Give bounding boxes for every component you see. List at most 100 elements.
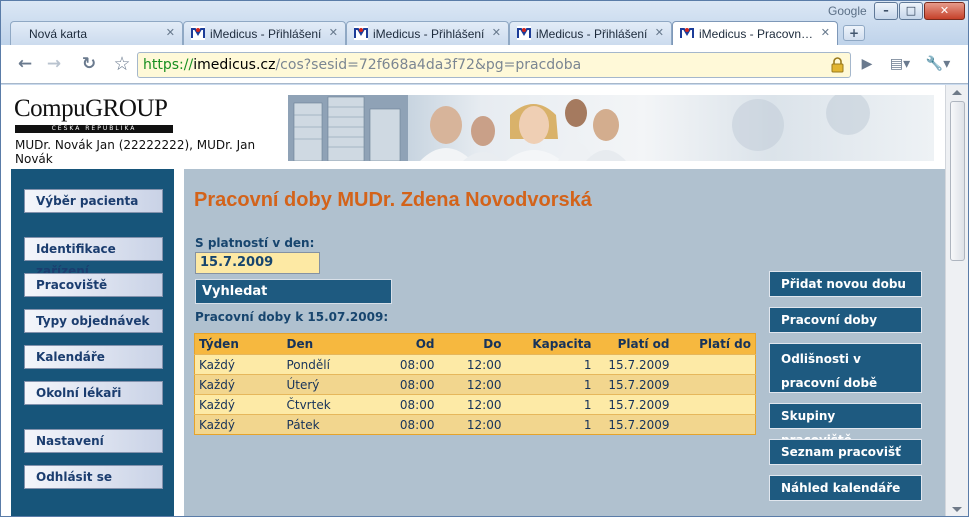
tab-close-icon[interactable]: ✕ (166, 26, 175, 39)
page-viewport: CompuGROUP ČESKÁ REPUBLIKA MUDr. Novák J… (1, 85, 945, 516)
table-row[interactable]: Každý Pondělí 08:00 12:00 1 15.7.2009 (194, 354, 756, 375)
header-banner-image (288, 95, 934, 161)
nav-kalendare[interactable]: Kalendáře (24, 345, 163, 369)
cell-do: 12:00 (438, 414, 506, 435)
working-hours-table: Týden Den Od Do Kapacita Platí od Platí … (194, 333, 756, 435)
table-row[interactable]: Každý Čtvrtek 08:00 12:00 1 15.7.2009 (194, 394, 756, 415)
nav-nastaveni[interactable]: Nastavení (24, 429, 163, 453)
nav-odhlasit-se[interactable]: Odhlásit se (24, 465, 163, 489)
add-new-time-button[interactable]: Přidat novou dobu (769, 271, 922, 297)
tab-imedicus-login-1[interactable]: iMedicus - Přihlášení ✕ (183, 21, 346, 45)
vertical-scrollbar[interactable] (945, 85, 968, 516)
cell-od: 08:00 (372, 394, 439, 415)
nav-okolni-lekari[interactable]: Okolní lékaři (24, 381, 163, 405)
imedicus-favicon-icon (517, 26, 531, 40)
cell-plati-do (673, 354, 756, 375)
cell-den: Pondělí (282, 354, 373, 375)
valid-date-input[interactable]: 15.7.2009 (195, 252, 320, 274)
table-row[interactable]: Každý Pátek 08:00 12:00 1 15.7.2009 (194, 414, 756, 435)
compugroup-logo: CompuGROUP (14, 95, 168, 122)
col-do: Do (438, 333, 506, 355)
cell-tyden: Každý (194, 374, 283, 395)
cell-kapacita: 1 (505, 354, 596, 375)
nav-pracoviste[interactable]: Pracoviště (24, 273, 163, 297)
maximize-button[interactable]: □ (899, 2, 923, 20)
workplace-list-button[interactable]: Seznam pracovišť (769, 439, 922, 465)
cell-tyden: Každý (194, 354, 283, 375)
main-content: Pracovní doby MUDr. Zdena Novodvorská S … (184, 169, 945, 516)
cell-od: 08:00 (372, 414, 439, 435)
cell-kapacita: 1 (505, 374, 596, 395)
exceptions-button[interactable]: Odlišnosti v pracovní době (769, 343, 922, 393)
table-row[interactable]: Každý Úterý 08:00 12:00 1 15.7.2009 (194, 374, 756, 395)
cell-plati-od: 15.7.2009 (595, 354, 674, 375)
url-text: https://imedicus.cz/cos?sesid=72f668a4da… (143, 57, 582, 73)
tab-imedicus-pracovni[interactable]: iMedicus - Pracovn… ✕ (672, 21, 838, 46)
cell-kapacita: 1 (505, 414, 596, 435)
cell-plati-do (673, 414, 756, 435)
tab-imedicus-login-3[interactable]: iMedicus - Přihlášení ✕ (509, 21, 672, 45)
cell-do: 12:00 (438, 394, 506, 415)
left-navigation: Výběr pacienta Identifikace zařízení Pra… (11, 169, 174, 516)
tab-close-icon[interactable]: ✕ (655, 26, 664, 39)
scroll-thumb[interactable] (950, 101, 965, 261)
working-hours-button[interactable]: Pracovní doby (769, 307, 922, 333)
scroll-down-icon[interactable] (952, 507, 962, 512)
tab-close-icon[interactable]: ✕ (492, 26, 501, 39)
col-kapacita: Kapacita (505, 333, 596, 355)
page-menu-icon[interactable]: ▤▾ (885, 53, 915, 77)
cell-den: Pátek (282, 414, 373, 435)
cell-plati-od: 15.7.2009 (595, 374, 674, 395)
wrench-menu-icon[interactable]: 🔧▾ (923, 53, 953, 77)
imedicus-favicon-icon (191, 26, 205, 40)
cell-plati-do (673, 394, 756, 415)
tab-label: iMedicus - Přihlášení (210, 27, 322, 41)
col-den: Den (282, 333, 373, 355)
logged-doctor: MUDr. Novák Jan (22222222), MUDr. Jan No… (15, 138, 256, 166)
imedicus-favicon-icon (680, 26, 694, 40)
reload-icon[interactable]: ↻ (77, 53, 101, 77)
close-window-button[interactable]: ✕ (924, 2, 965, 20)
table-header-row: Týden Den Od Do Kapacita Platí od Platí … (194, 333, 756, 355)
cell-den: Čtvrtek (282, 394, 373, 415)
address-bar[interactable]: https://imedicus.cz/cos?sesid=72f668a4da… (137, 52, 851, 78)
imedicus-favicon-icon (354, 26, 368, 40)
calendar-preview-button[interactable]: Náhled kalendáře (769, 475, 922, 501)
cell-plati-od: 15.7.2009 (595, 414, 674, 435)
tab-close-icon[interactable]: ✕ (821, 26, 830, 39)
forward-icon[interactable]: → (42, 53, 66, 77)
cell-den: Úterý (282, 374, 373, 395)
tab-label: iMedicus - Přihlášení (536, 27, 648, 41)
google-label: Google (828, 4, 867, 18)
page-title: Pracovní doby MUDr. Zdena Novodvorská (194, 189, 592, 211)
cell-plati-od: 15.7.2009 (595, 394, 674, 415)
col-plati-od: Platí od (595, 333, 674, 355)
cell-tyden: Každý (194, 394, 283, 415)
back-icon[interactable]: ← (13, 53, 37, 77)
new-tab-button[interactable]: + (843, 25, 865, 41)
nav-identifikace-zarizeni[interactable]: Identifikace zařízení (24, 237, 163, 278)
lock-icon (831, 57, 844, 73)
browser-toolbar: ← → ↻ ☆ https://imedicus.cz/cos?sesid=72… (1, 45, 968, 84)
title-bar: Google – □ ✕ Nová karta ✕ iMedicus - Při… (1, 1, 968, 46)
list-label: Pracovní doby k 15.07.2009: (195, 310, 389, 324)
tab-imedicus-login-2[interactable]: iMedicus - Přihlášení ✕ (346, 21, 509, 45)
nav-typy-objednavek[interactable]: Typy objednávek (24, 309, 163, 333)
cell-tyden: Každý (194, 414, 283, 435)
workplace-groups-button[interactable]: Skupiny pracoviště (769, 403, 922, 447)
browser-window: Google – □ ✕ Nová karta ✕ iMedicus - Při… (0, 0, 969, 517)
tab-close-icon[interactable]: ✕ (329, 26, 338, 39)
go-icon[interactable]: ▶ (855, 53, 879, 77)
valid-date-label: S platností v den: (195, 236, 315, 250)
tab-label: iMedicus - Přihlášení (373, 27, 485, 41)
col-tyden: Týden (194, 333, 283, 355)
cell-od: 08:00 (372, 354, 439, 375)
search-button[interactable]: Vyhledat (195, 279, 392, 304)
nav-vyber-pacienta[interactable]: Výběr pacienta (24, 189, 163, 213)
scroll-up-icon[interactable] (952, 90, 962, 95)
minimize-button[interactable]: – (874, 2, 898, 20)
tab-label: Nová karta (29, 27, 88, 41)
tab-new[interactable]: Nová karta ✕ (10, 21, 183, 45)
bookmark-star-icon[interactable]: ☆ (110, 53, 134, 77)
cell-kapacita: 1 (505, 394, 596, 415)
